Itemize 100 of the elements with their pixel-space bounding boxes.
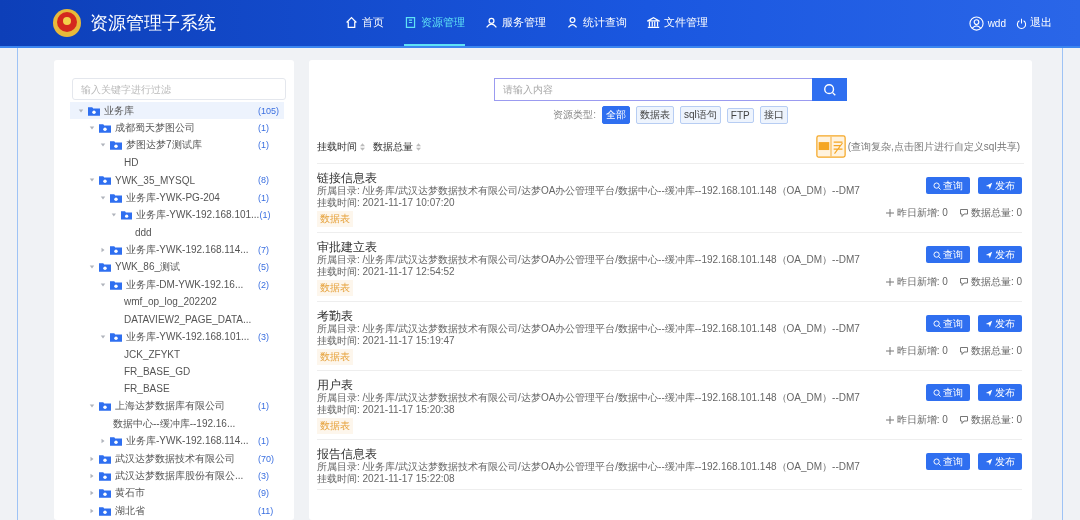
folder-icon bbox=[110, 244, 122, 255]
caret-down-icon[interactable] bbox=[89, 264, 95, 271]
tree-item[interactable]: 业务库-DM-YWK-192.16... (2) bbox=[70, 275, 284, 294]
query-button[interactable]: 查询 bbox=[926, 384, 970, 401]
type-tag: 数据表 bbox=[317, 418, 353, 434]
query-button[interactable]: 查询 bbox=[926, 177, 970, 194]
type-filter-chip[interactable]: FTP bbox=[726, 107, 754, 123]
caret-right-icon[interactable] bbox=[89, 490, 95, 497]
tree-item[interactable]: 业务库-YWK-192.168.114... (1) bbox=[70, 432, 284, 450]
caret-right-icon[interactable] bbox=[89, 472, 95, 479]
nav-tab[interactable]: 服务管理 bbox=[485, 0, 546, 46]
record-title[interactable]: 审批建立表 bbox=[317, 240, 886, 254]
tree-item[interactable]: 数据中心--缓冲库--192.16... bbox=[70, 415, 284, 433]
type-filter-chip[interactable]: 全部 bbox=[602, 106, 631, 124]
tree-item[interactable]: 武汉达梦数据技术有限公司 (70) bbox=[70, 449, 284, 468]
type-filter-chip[interactable]: sql语句 bbox=[680, 106, 721, 124]
caret-right-icon[interactable] bbox=[100, 246, 106, 253]
emblem-icon bbox=[52, 8, 82, 38]
caret-down-icon[interactable] bbox=[89, 177, 95, 184]
tree-item[interactable]: 上海达梦数据库有限公司 (1) bbox=[70, 397, 284, 416]
power-icon bbox=[1016, 17, 1027, 29]
new-count: 昨日新增: 0 bbox=[885, 413, 948, 427]
caret-down-icon[interactable] bbox=[89, 403, 95, 410]
total-count: 数据总量: 0 bbox=[959, 344, 1022, 358]
tree-item[interactable]: JCK_ZFYKT bbox=[70, 345, 284, 363]
plus-icon bbox=[885, 416, 894, 424]
record-path: 所属目录: /业务库/武汉达梦数据技术有限公司/达梦OA办公管理平台/数据中心--缓冲库--192.168.101.148（OA_DM）--DM7 bbox=[317, 461, 861, 473]
tree-item[interactable]: 业务库-YWK-PG-204 (1) bbox=[70, 188, 284, 207]
send-icon bbox=[985, 457, 993, 466]
type-filter-chip[interactable]: 接口 bbox=[759, 106, 788, 124]
tree-item[interactable]: FR_BASE_GD bbox=[70, 362, 284, 381]
caret-down-icon[interactable] bbox=[78, 107, 84, 114]
tree-item[interactable]: 业务库-YWK-192.168.101...(1) bbox=[70, 206, 284, 224]
people-icon bbox=[485, 15, 498, 29]
logout-link[interactable]: 退出 bbox=[1016, 16, 1052, 30]
search-field[interactable]: 请输入内容 bbox=[494, 78, 812, 101]
tree-item[interactable]: wmf_op_log_202202 bbox=[70, 293, 284, 311]
new-count: 昨日新增: 0 bbox=[885, 206, 948, 220]
tree-item[interactable]: 业务库-YWK-192.168.101... (3) bbox=[70, 328, 284, 346]
query-button[interactable]: 查询 bbox=[926, 246, 970, 263]
caret-down-icon[interactable] bbox=[100, 333, 106, 340]
type-tag: 数据表 bbox=[317, 280, 353, 296]
tree-item[interactable]: YWK_35_MYSQL (8) bbox=[70, 171, 284, 189]
caret-down-icon[interactable] bbox=[100, 281, 106, 288]
publish-button[interactable]: 发布 bbox=[978, 384, 1022, 401]
caret-right-icon[interactable] bbox=[89, 455, 95, 462]
record-path: 所属目录: /业务库/武汉达梦数据技术有限公司/达梦OA办公管理平台/数据中心--缓冲库--192.168.101.148（OA_DM）--DM7 bbox=[317, 323, 861, 335]
send-icon bbox=[985, 181, 993, 190]
tree-item[interactable]: HD bbox=[70, 154, 284, 172]
chat-icon bbox=[959, 416, 968, 424]
caret-right-icon[interactable] bbox=[89, 507, 95, 514]
folder-icon bbox=[99, 123, 111, 134]
home-icon bbox=[345, 15, 358, 29]
caret-down-icon[interactable] bbox=[89, 125, 95, 132]
record-title[interactable]: 考勤表 bbox=[317, 309, 886, 323]
folder-icon bbox=[99, 401, 111, 412]
tree-item[interactable]: ddd bbox=[70, 223, 284, 242]
record-time: 挂载时间: 2021-11-17 15:22:08 bbox=[317, 472, 456, 484]
caret-down-icon[interactable] bbox=[111, 212, 117, 219]
tree-item[interactable]: DATAVIEW2_PAGE_DATA... bbox=[70, 310, 284, 329]
tree-item[interactable]: 成都蜀天梦图公司 (1) bbox=[70, 119, 284, 137]
send-icon bbox=[985, 319, 993, 328]
new-count: 昨日新增: 0 bbox=[885, 344, 948, 358]
sql-icon[interactable] bbox=[815, 134, 846, 159]
building-icon bbox=[647, 15, 660, 29]
type-tag: 数据表 bbox=[317, 349, 353, 365]
tree-item[interactable]: YWK_86_测试 (5) bbox=[70, 258, 284, 276]
nav-tab[interactable]: 资源管理 bbox=[404, 0, 465, 46]
tree-item[interactable]: 武汉达梦数据库股份有限公... (3) bbox=[70, 467, 284, 485]
record-path: 所属目录: /业务库/武汉达梦数据技术有限公司/达梦OA办公管理平台/数据中心--缓冲库--192.168.101.148（OA_DM）--DM7 bbox=[317, 392, 861, 404]
publish-button[interactable]: 发布 bbox=[978, 177, 1022, 194]
caret-right-icon[interactable] bbox=[100, 438, 106, 445]
publish-button[interactable]: 发布 bbox=[978, 246, 1022, 263]
type-filter-chip[interactable]: 数据表 bbox=[636, 106, 675, 124]
publish-button[interactable]: 发布 bbox=[978, 315, 1022, 332]
record-title[interactable]: 报告信息表 bbox=[317, 447, 926, 461]
folder-icon bbox=[99, 470, 111, 481]
record-time: 挂载时间: 2021-11-17 10:07:20 bbox=[317, 196, 456, 208]
send-icon bbox=[985, 388, 993, 397]
caret-down-icon[interactable] bbox=[100, 142, 106, 149]
caret-down-icon[interactable] bbox=[100, 194, 106, 201]
tree-item[interactable]: FR_BASE bbox=[70, 380, 284, 398]
nav-tab[interactable]: 统计查询 bbox=[566, 0, 627, 46]
record-title[interactable]: 链接信息表 bbox=[317, 171, 886, 185]
record-title[interactable]: 用户表 bbox=[317, 378, 886, 392]
search-button[interactable] bbox=[812, 78, 847, 101]
record-path: 所属目录: /业务库/武汉达梦数据技术有限公司/达梦OA办公管理平台/数据中心--缓冲库--192.168.101.148（OA_DM）--DM7 bbox=[317, 254, 861, 266]
sort-button[interactable]: 数据总量 bbox=[373, 139, 421, 154]
tree-item[interactable]: 业务库-YWK-192.168.114... (7) bbox=[70, 241, 284, 259]
tree-item[interactable]: 梦图达梦7测试库 (1) bbox=[70, 136, 284, 155]
nav-tab[interactable]: 首页 bbox=[345, 0, 384, 46]
tree-item[interactable]: 黄石市 (9) bbox=[70, 484, 284, 502]
tree-item[interactable]: 业务库 (105) bbox=[70, 102, 284, 120]
sort-icon bbox=[360, 142, 365, 151]
sort-button[interactable]: 挂载时间 bbox=[317, 139, 365, 154]
nav-tab[interactable]: 文件管理 bbox=[647, 0, 708, 46]
publish-button[interactable]: 发布 bbox=[978, 453, 1022, 470]
query-button[interactable]: 查询 bbox=[926, 453, 970, 470]
tree-item[interactable]: 湖北省 (11) bbox=[70, 502, 284, 520]
query-button[interactable]: 查询 bbox=[926, 315, 970, 332]
